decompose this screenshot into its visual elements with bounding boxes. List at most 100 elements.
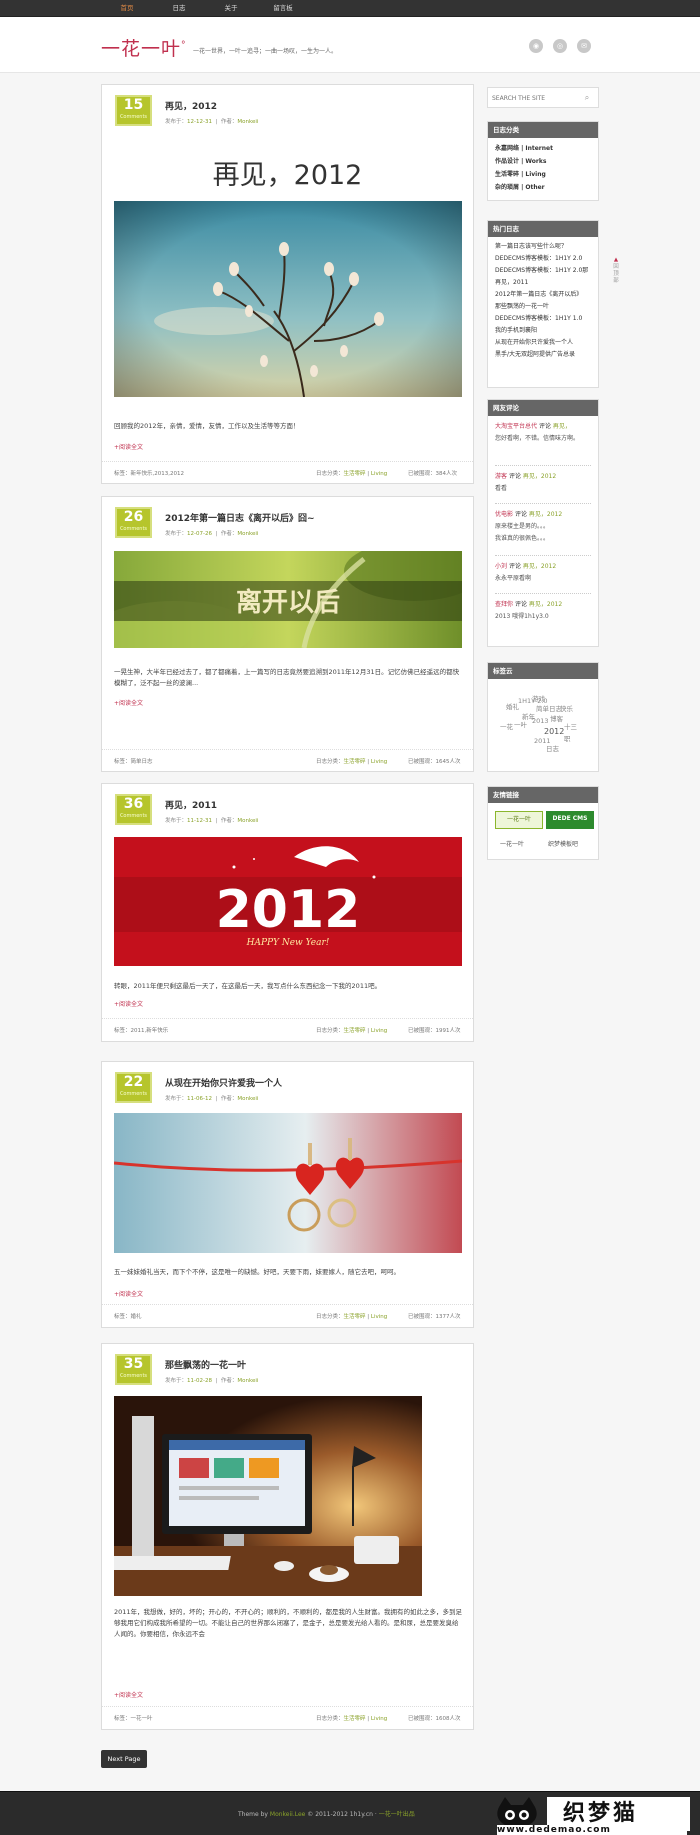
- post-image[interactable]: 离开以后: [114, 551, 462, 648]
- post-title[interactable]: 从现在开始你只许爱我一个人: [165, 1076, 282, 1089]
- comment-post-link[interactable]: 再见，2012: [529, 511, 562, 518]
- tag-link[interactable]: 博客: [550, 713, 563, 723]
- category-link[interactable]: 作品设计 | Works: [495, 155, 591, 168]
- cat-link[interactable]: 生活零碎: [344, 1028, 366, 1034]
- post-tags[interactable]: 标签：新年快乐,2013,2012: [114, 462, 184, 486]
- popular-post-link[interactable]: 从现在开始你只许爱我一个人: [495, 337, 591, 349]
- comment-post-link[interactable]: 再见，: [553, 423, 571, 430]
- popular-post-link[interactable]: 再见，2011: [495, 277, 591, 289]
- link-logo-dedecms[interactable]: DEDE CMS: [546, 811, 594, 829]
- cat-link[interactable]: 生活零碎: [344, 759, 366, 765]
- post-author[interactable]: Monkeii: [237, 119, 258, 125]
- views-count: 1608人次: [435, 1716, 461, 1722]
- post-footer: 标签：新年快乐,2013,2012 日志分类：生活零碎 | Living 已被围…: [102, 461, 473, 485]
- comment-count: 22: [123, 1074, 144, 1090]
- post-tags[interactable]: 标签：2011,新年快乐: [114, 1019, 168, 1043]
- post-title[interactable]: 再见，2011: [165, 798, 217, 811]
- tag-link[interactable]: 一叶: [514, 719, 527, 729]
- tag-link[interactable]: 日志: [546, 743, 559, 753]
- cat-en-link[interactable]: Living: [371, 1028, 387, 1034]
- post-author[interactable]: Monkeii: [237, 818, 258, 824]
- tag-link[interactable]: 职: [564, 733, 571, 743]
- comment-count-badge[interactable]: 22 Comments: [115, 1072, 152, 1103]
- site-footer-link[interactable]: 一花一叶出品: [379, 1811, 415, 1818]
- friend-link[interactable]: 织梦模板吧: [548, 839, 578, 848]
- nav-item-blog[interactable]: 日志: [153, 0, 205, 17]
- comment-post-link[interactable]: 再见，2012: [523, 473, 556, 480]
- comment-author[interactable]: 优电影: [495, 511, 513, 518]
- post-title[interactable]: 那些飘荡的一花一叶: [165, 1358, 246, 1371]
- tag-link[interactable]: 1H1Y 2.0: [518, 697, 548, 705]
- read-more-link[interactable]: +阅读全文: [114, 1289, 143, 1298]
- comment-count-badge[interactable]: 26 Comments: [115, 507, 152, 538]
- popular-post-link[interactable]: 我的手机到襄阳: [495, 325, 591, 337]
- post-title[interactable]: 再见，2012: [165, 99, 217, 112]
- tag-link[interactable]: 2013: [532, 717, 549, 725]
- post-footer: 标签：一花一叶 日志分类：生活零碎 | Living 已被围观：1608人次: [102, 1706, 473, 1730]
- post-image[interactable]: 2012 HAPPY New Year!: [114, 837, 462, 966]
- search-input[interactable]: [492, 92, 578, 104]
- author-prefix: 作者：: [220, 531, 238, 537]
- tag-link[interactable]: 十三: [564, 721, 577, 731]
- cat-en-link[interactable]: Living: [371, 1716, 387, 1722]
- link-logo-1hy[interactable]: 一花一叶: [495, 811, 543, 829]
- grass-photo: 离开以后: [114, 551, 462, 648]
- popular-post-link[interactable]: DEDECMS博客模板：1H1Y 2.0那: [495, 265, 591, 277]
- comment-post-link[interactable]: 再见，2012: [523, 563, 556, 570]
- popular-post-link[interactable]: DEDECMS博客模板：1H1Y 1.0: [495, 313, 591, 325]
- site-logo[interactable]: 一花一叶°: [101, 34, 187, 61]
- tag-link[interactable]: 2012: [544, 727, 564, 736]
- comment-count-badge[interactable]: 15 Comments: [115, 95, 152, 126]
- popular-post-link[interactable]: 黑手/大无双超阿提供广告总录: [495, 349, 591, 361]
- rss-icon[interactable]: ◉: [529, 39, 543, 53]
- cat-en-link[interactable]: Living: [371, 471, 387, 477]
- post-author[interactable]: Monkeii: [237, 531, 258, 537]
- popular-post-link[interactable]: 那些飘荡的一花一叶: [495, 301, 591, 313]
- category-link[interactable]: 生活零碎 | Living: [495, 168, 591, 181]
- friend-link[interactable]: 一花一叶: [500, 839, 524, 848]
- cat-link[interactable]: 生活零碎: [344, 1716, 366, 1722]
- read-more-link[interactable]: +阅读全文: [114, 999, 143, 1008]
- comment-count-badge[interactable]: 35 Comments: [115, 1354, 152, 1385]
- read-more-link[interactable]: +阅读全文: [114, 442, 143, 451]
- tag-link[interactable]: 一花: [500, 721, 513, 731]
- post-image[interactable]: [114, 1113, 462, 1253]
- comment-author[interactable]: 小刘: [495, 563, 507, 570]
- comment-author[interactable]: 大淘宝平台总代: [495, 423, 537, 430]
- back-to-top-link[interactable]: ▲ 回顶部: [612, 257, 620, 285]
- post-tags[interactable]: 标签：婚礼: [114, 1305, 142, 1329]
- popular-post-link[interactable]: 2012年第一篇日志《离开以后》: [495, 289, 591, 301]
- read-more-link[interactable]: +阅读全文: [114, 1690, 143, 1699]
- post-title[interactable]: 2012年第一篇日志《离开以后》囧~: [165, 511, 315, 524]
- views-prefix: 已被围观：: [408, 1314, 436, 1320]
- comment-author[interactable]: 游客: [495, 473, 507, 480]
- cat-en-link[interactable]: Living: [371, 1314, 387, 1320]
- nav-item-guestbook[interactable]: 留言板: [257, 0, 309, 17]
- post-tags[interactable]: 标签：一花一叶: [114, 1707, 153, 1731]
- comment-post-link[interactable]: 再见，2012: [529, 601, 562, 608]
- cat-link[interactable]: 生活零碎: [344, 1314, 366, 1320]
- post-image[interactable]: [114, 1396, 422, 1596]
- next-page-button[interactable]: Next Page: [101, 1750, 147, 1768]
- post-image[interactable]: [114, 201, 462, 397]
- cat-link[interactable]: 生活零碎: [344, 471, 366, 477]
- category-link[interactable]: 永嘉网络 | Internet: [495, 142, 591, 155]
- popular-post-link[interactable]: DEDECMS博客模板：1H1Y 2.0: [495, 253, 591, 265]
- post-author[interactable]: Monkeii: [237, 1096, 258, 1102]
- mail-icon[interactable]: ✉: [577, 39, 591, 53]
- comment-count-badge[interactable]: 36 Comments: [115, 794, 152, 825]
- cat-en-link[interactable]: Living: [371, 759, 387, 765]
- weibo-icon[interactable]: ◎: [553, 39, 567, 53]
- author-prefix: 作者：: [220, 818, 238, 824]
- category-link[interactable]: 杂的琐屑 | Other: [495, 181, 591, 194]
- search-icon[interactable]: ⌕: [580, 91, 594, 105]
- nav-item-home[interactable]: 首页: [101, 0, 153, 17]
- comment-author[interactable]: 查拜你: [495, 601, 513, 608]
- nav-item-about[interactable]: 关于: [205, 0, 257, 17]
- popular-post-link[interactable]: 第一篇日志该写些什么呢？: [495, 241, 591, 253]
- post-author[interactable]: Monkeii: [237, 1378, 258, 1384]
- read-more-link[interactable]: +阅读全文: [114, 698, 143, 707]
- tag-link[interactable]: 快乐: [560, 703, 573, 713]
- theme-author-link[interactable]: Monkeii.Lee: [270, 1811, 305, 1818]
- post-tags[interactable]: 标签：简单日志: [114, 750, 153, 774]
